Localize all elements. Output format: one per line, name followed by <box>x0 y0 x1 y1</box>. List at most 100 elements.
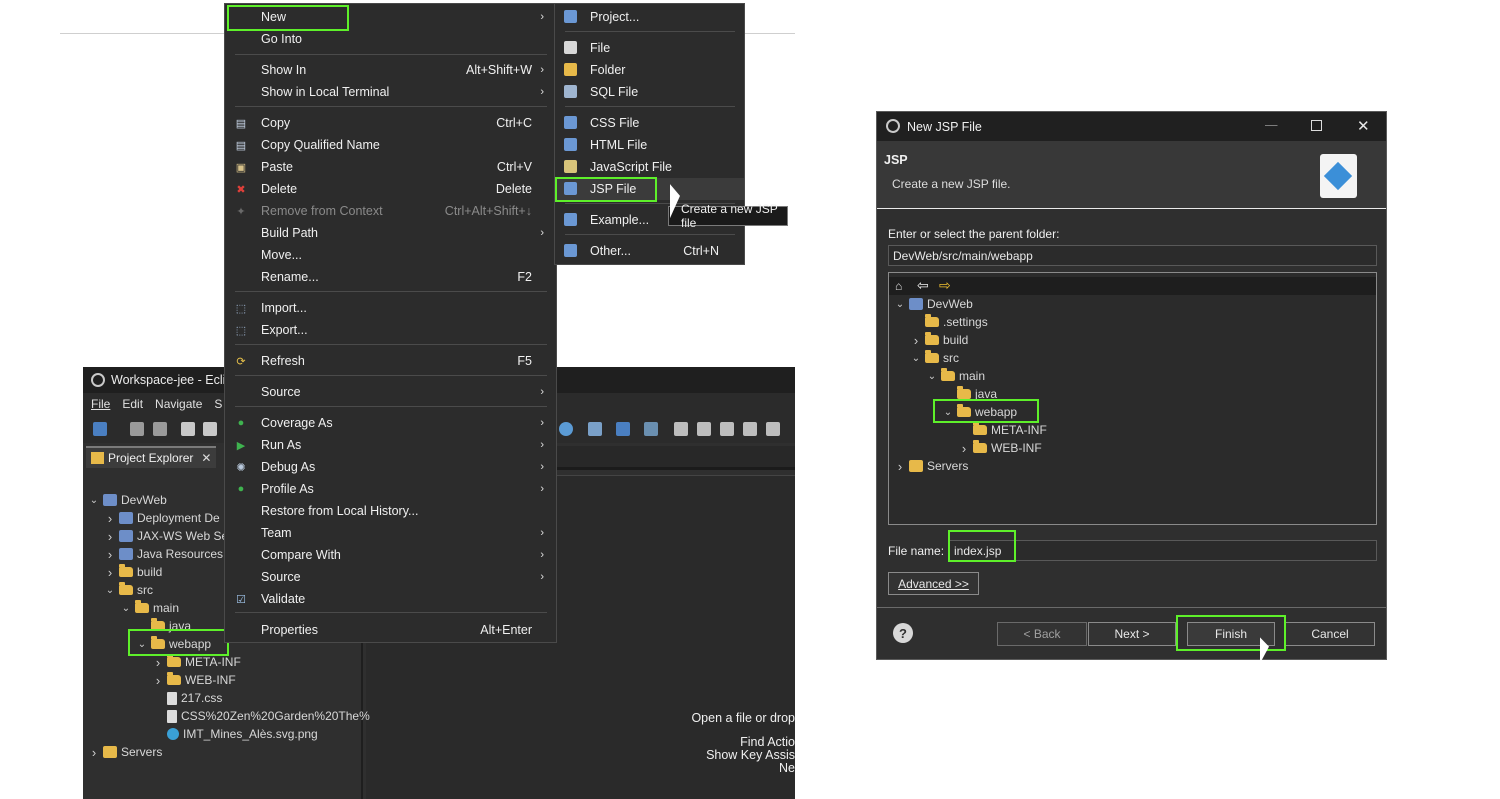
context-menu-item-profile-as[interactable]: ● Profile As › <box>225 478 556 500</box>
tree-item-web-inf[interactable]: › WEB-INF <box>153 671 236 689</box>
context-menu-item-paste[interactable]: ▣ Paste Ctrl+V <box>225 156 556 178</box>
chevron-right-icon[interactable]: › <box>153 673 163 688</box>
context-menu-item-properties[interactable]: Properties Alt+Enter <box>225 619 556 641</box>
tree-item-deployment-de[interactable]: › Deployment De <box>105 509 220 527</box>
context-menu-item-copy-qualified-name[interactable]: ▤ Copy Qualified Name <box>225 134 556 156</box>
undo-icon[interactable] <box>181 422 195 436</box>
submenu-item-file[interactable]: File <box>555 37 744 59</box>
context-menu-item-run-as[interactable]: ▶ Run As › <box>225 434 556 456</box>
tree-item-servers[interactable]: › Servers <box>895 457 969 475</box>
context-menu-item-validate[interactable]: ☑ Validate <box>225 588 556 610</box>
context-menu-item-rename[interactable]: Rename... F2 <box>225 266 556 288</box>
tree-item-css-20zen-20garden-20the[interactable]: CSS%20Zen%20Garden%20The% <box>153 707 370 725</box>
advanced-button[interactable]: Advanced >> <box>888 572 979 595</box>
context-menu-item-copy[interactable]: ▤ Copy Ctrl+C <box>225 112 556 134</box>
forward-arrow-icon[interactable]: ⇨ <box>939 277 951 294</box>
minimize-icon[interactable]: — <box>1265 118 1278 132</box>
tree-item-servers[interactable]: › Servers <box>89 743 163 761</box>
tree-item-web-inf[interactable]: › WEB-INF <box>959 439 1042 457</box>
submenu-item-sql-file[interactable]: SQL File <box>555 81 744 103</box>
menu-file[interactable]: File <box>91 397 110 411</box>
terminate-icon[interactable] <box>720 422 734 436</box>
chevron-right-icon[interactable]: › <box>895 459 905 474</box>
chevron-right-icon[interactable]: › <box>105 529 115 544</box>
context-menu-item-source[interactable]: Source › <box>225 381 556 403</box>
context-menu-item-debug-as[interactable]: ✺ Debug As › <box>225 456 556 478</box>
menu-edit[interactable]: Edit <box>122 397 143 411</box>
chevron-down-icon[interactable]: ⌄ <box>89 495 99 506</box>
context-menu-item-show-in[interactable]: Show In Alt+Shift+W › <box>225 59 556 81</box>
context-menu-item-restore-from-local-history[interactable]: Restore from Local History... <box>225 500 556 522</box>
context-menu-item-compare-with[interactable]: Compare With › <box>225 544 556 566</box>
chevron-down-icon[interactable]: ⌄ <box>121 603 131 614</box>
close-icon[interactable]: ✕ <box>1357 117 1370 135</box>
chevron-right-icon[interactable]: › <box>105 565 115 580</box>
chevron-right-icon[interactable]: › <box>89 745 99 760</box>
back-button[interactable]: < Back <box>997 622 1087 646</box>
chevron-down-icon[interactable]: ⌄ <box>105 585 115 596</box>
submenu-item-project[interactable]: Project... <box>555 6 744 28</box>
tree-item-devweb[interactable]: ⌄ DevWeb <box>89 491 167 509</box>
chevron-right-icon[interactable]: › <box>911 333 921 348</box>
context-menu-item-build-path[interactable]: Build Path › <box>225 222 556 244</box>
tree-item-devweb[interactable]: ⌄ DevWeb <box>895 295 973 313</box>
context-menu-item-show-in-local-terminal[interactable]: Show in Local Terminal › <box>225 81 556 103</box>
tree-item-main[interactable]: ⌄ main <box>927 367 985 385</box>
redo-icon[interactable] <box>203 422 217 436</box>
menu-search[interactable]: S <box>214 397 222 411</box>
context-menu-item-delete[interactable]: ✖ Delete Delete <box>225 178 556 200</box>
tree-item-main[interactable]: ⌄ main <box>121 599 179 617</box>
chevron-right-icon[interactable]: › <box>959 441 969 456</box>
maximize-icon[interactable] <box>1311 120 1322 131</box>
chevron-down-icon[interactable]: ⌄ <box>911 353 921 364</box>
tree-item-src[interactable]: ⌄ src <box>911 349 959 367</box>
chevron-right-icon[interactable]: › <box>153 655 163 670</box>
tree-item-build[interactable]: › build <box>911 331 968 349</box>
submenu-item-javascript-file[interactable]: JavaScript File <box>555 156 744 178</box>
tree-item-jax-ws-web-se[interactable]: › JAX-WS Web Se <box>105 527 228 545</box>
submenu-item-css-file[interactable]: CSS File <box>555 112 744 134</box>
home-icon[interactable]: ⌂ <box>895 279 902 293</box>
close-icon[interactable]: ✕ <box>201 451 211 465</box>
back-arrow-icon[interactable]: ⇦ <box>917 277 929 294</box>
tree-item-imt-mines-al-s-svg-png[interactable]: IMT_Mines_Alès.svg.png <box>153 725 318 743</box>
tree-item-217-css[interactable]: 217.css <box>153 689 222 707</box>
submenu-item-folder[interactable]: Folder <box>555 59 744 81</box>
project-explorer-tab[interactable]: Project Explorer ✕ <box>86 446 216 468</box>
context-menu-item-source[interactable]: Source › <box>225 566 556 588</box>
tree-item-src[interactable]: ⌄ src <box>105 581 153 599</box>
context-menu-item-go-into[interactable]: Go Into <box>225 28 556 50</box>
resume-icon[interactable] <box>674 422 688 436</box>
cancel-button[interactable]: Cancel <box>1285 622 1375 646</box>
context-menu-item-refresh[interactable]: ⟳ Refresh F5 <box>225 350 556 372</box>
submenu-item-other[interactable]: Other... Ctrl+N <box>555 240 744 262</box>
web-service-icon[interactable] <box>588 422 602 436</box>
tree-item-settings[interactable]: .settings <box>911 313 988 331</box>
web-browser-icon[interactable] <box>559 422 573 436</box>
context-menu-item-export[interactable]: ⬚ Export... <box>225 319 556 341</box>
menu-navigate[interactable]: Navigate <box>155 397 202 411</box>
tree-item-meta-inf[interactable]: META-INF <box>959 421 1047 439</box>
next-button[interactable]: Next > <box>1088 622 1176 646</box>
chevron-down-icon[interactable]: ⌄ <box>927 371 937 382</box>
context-menu-item-coverage-as[interactable]: ● Coverage As › <box>225 412 556 434</box>
chevron-right-icon[interactable]: › <box>105 511 115 526</box>
context-menu-item-import[interactable]: ⬚ Import... <box>225 297 556 319</box>
step-into-icon[interactable] <box>766 422 780 436</box>
new-icon[interactable] <box>93 422 107 436</box>
context-menu-item-team[interactable]: Team › <box>225 522 556 544</box>
context-menu-item-remove-from-context[interactable]: ✦ Remove from Context Ctrl+Alt+Shift+↓ <box>225 200 556 222</box>
disconnect-icon[interactable] <box>743 422 757 436</box>
suspend-icon[interactable] <box>697 422 711 436</box>
console-icon[interactable] <box>616 422 630 436</box>
inspect-icon[interactable] <box>644 422 658 436</box>
chevron-right-icon[interactable]: › <box>105 547 115 562</box>
chevron-down-icon[interactable]: ⌄ <box>895 299 905 310</box>
tree-item-build[interactable]: › build <box>105 563 162 581</box>
tree-item-java-resources[interactable]: › Java Resources <box>105 545 223 563</box>
save-all-icon[interactable] <box>153 422 167 436</box>
context-menu-item-move[interactable]: Move... <box>225 244 556 266</box>
parent-folder-input[interactable]: DevWeb/src/main/webapp <box>888 245 1377 266</box>
submenu-item-html-file[interactable]: HTML File <box>555 134 744 156</box>
save-icon[interactable] <box>130 422 144 436</box>
